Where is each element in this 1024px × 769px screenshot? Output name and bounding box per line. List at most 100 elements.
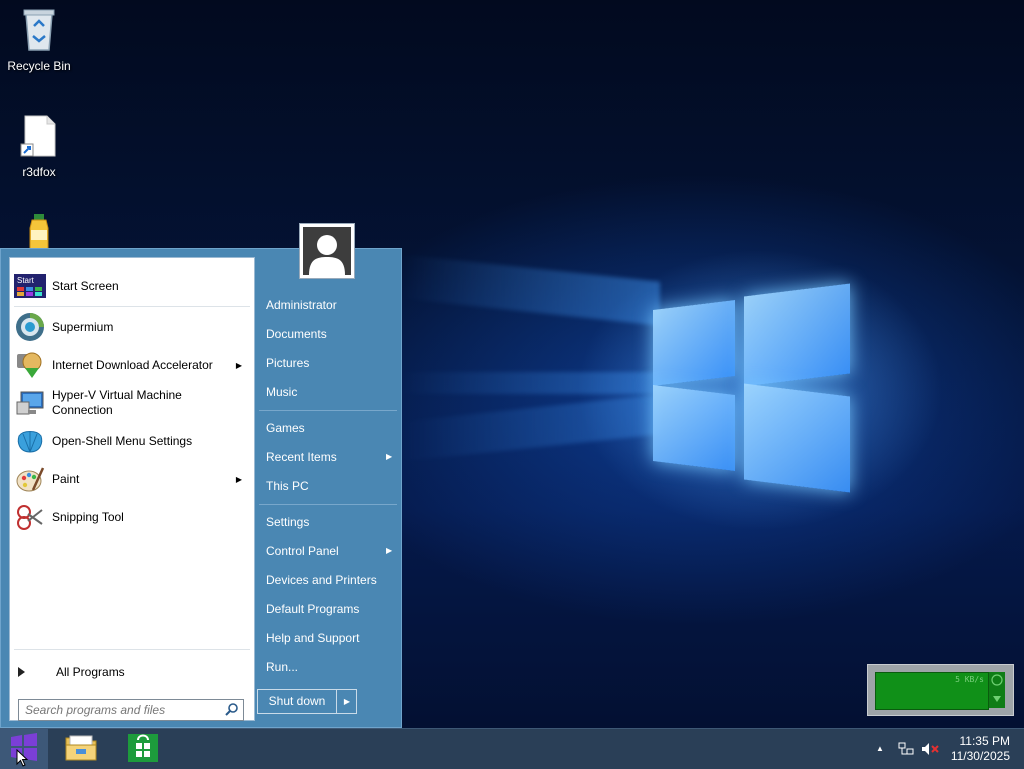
desktop-icon-label: r3dfox [22, 165, 56, 179]
start-item-paint[interactable]: Paint ▶ [14, 462, 250, 496]
store-icon [128, 732, 158, 767]
right-item-label: Administrator [266, 298, 337, 312]
right-item-settings[interactable]: Settings [266, 512, 309, 532]
right-item-label: Control Panel [266, 544, 339, 558]
right-item-label: Default Programs [266, 602, 360, 616]
submenu-arrow-icon: ▶ [386, 546, 393, 555]
right-item-label: Music [266, 385, 298, 399]
start-menu: Start Start Screen Supermium Internet Do… [0, 248, 402, 728]
right-item-label: Help and Support [266, 631, 360, 645]
system-clock[interactable]: 11:35 PM 11/30/2025 [951, 734, 1010, 764]
right-item-default-programs[interactable]: Default Programs [266, 599, 359, 619]
start-screen-icon: Start [14, 270, 46, 302]
right-item-label: Pictures [266, 356, 310, 370]
start-item-supermium[interactable]: Supermium [14, 310, 250, 344]
expand-arrow-icon [14, 656, 46, 688]
separator [14, 649, 250, 650]
right-item-run[interactable]: Run... [266, 657, 298, 677]
windows-logo-pane [653, 299, 735, 387]
network-graph: 5 KB/s [875, 672, 989, 710]
paint-palette-icon [14, 463, 46, 495]
all-programs-button[interactable]: All Programs [14, 655, 250, 689]
submenu-arrow-icon: ▶ [235, 360, 242, 370]
network-icon[interactable] [898, 742, 914, 759]
start-button[interactable] [0, 729, 48, 769]
windows-logo-pane [744, 383, 850, 493]
logo-beam [400, 394, 660, 462]
right-item-games[interactable]: Games [266, 418, 305, 438]
shutdown-button[interactable]: Shut down ▶ [257, 689, 357, 714]
right-item-help-support[interactable]: Help and Support [266, 628, 359, 648]
widget-controls[interactable] [989, 672, 1005, 708]
right-item-recent-items[interactable]: Recent Items ▶ [266, 447, 396, 467]
document-shortcut-icon [1, 114, 77, 161]
start-item-label-line: Connection [52, 403, 113, 417]
start-item-open-shell-settings[interactable]: Open-Shell Menu Settings [14, 424, 250, 458]
desktop-icon-recycle-bin[interactable]: Recycle Bin [1, 6, 77, 73]
start-item-hyperv-connection[interactable]: Hyper-V Virtual Machine Connection [14, 386, 250, 420]
right-item-label: Recent Items [266, 450, 337, 464]
start-item-label: Internet Download Accelerator [52, 357, 213, 372]
scissors-icon [14, 501, 46, 533]
submenu-arrow-icon: ▶ [386, 452, 393, 461]
start-item-start-screen[interactable]: Start Start Screen [14, 269, 250, 303]
taskbar: ▲ 11:35 PM 11/30/2025 [0, 728, 1024, 769]
separator [259, 410, 397, 411]
start-item-label-multiline: Hyper-V Virtual Machine Connection [52, 388, 182, 418]
start-item-snipping-tool[interactable]: Snipping Tool [14, 500, 250, 534]
user-silhouette-icon [303, 227, 351, 275]
logo-beam [400, 254, 660, 326]
download-accelerator-icon [14, 349, 46, 381]
right-item-administrator[interactable]: Administrator [266, 295, 337, 315]
separator [14, 306, 250, 307]
hyperv-icon [14, 387, 46, 419]
start-item-label: Paint [52, 471, 80, 486]
search-input[interactable]: Search programs and files [18, 699, 244, 721]
shutdown-options-arrow-icon[interactable]: ▶ [344, 697, 350, 706]
user-avatar[interactable] [299, 223, 355, 279]
network-monitor-widget[interactable]: 5 KB/s [867, 664, 1014, 716]
right-item-control-panel[interactable]: Control Panel ▶ [266, 541, 396, 561]
start-item-label-line: Hyper-V Virtual Machine [52, 388, 182, 402]
supermium-icon [14, 311, 46, 343]
network-speed-label: 5 KB/s [955, 675, 984, 684]
start-item-internet-download-accelerator[interactable]: Internet Download Accelerator ▶ [14, 348, 250, 382]
right-item-music[interactable]: Music [266, 382, 297, 402]
search-icon [225, 703, 238, 719]
all-programs-label: All Programs [56, 664, 125, 679]
clock-time: 11:35 PM [959, 734, 1010, 748]
recycle-bin-icon [1, 6, 77, 55]
logo-beam [400, 372, 660, 394]
mouse-cursor-icon [16, 749, 28, 767]
file-explorer-icon [64, 732, 98, 767]
right-item-devices-printers[interactable]: Devices and Printers [266, 570, 377, 590]
right-item-label: Games [266, 421, 305, 435]
separator [259, 504, 397, 505]
right-item-label: Run... [266, 660, 299, 674]
right-item-documents[interactable]: Documents [266, 324, 327, 344]
right-item-pictures[interactable]: Pictures [266, 353, 309, 373]
start-item-label: Open-Shell Menu Settings [52, 433, 193, 448]
shutdown-label: Shut down [258, 690, 337, 713]
search-placeholder: Search programs and files [25, 703, 166, 717]
volume-muted-icon[interactable] [921, 742, 939, 759]
start-item-label: Supermium [52, 319, 114, 334]
windows-logo-pane [653, 384, 735, 472]
windows-logo-pane [744, 283, 850, 387]
taskbar-file-explorer[interactable] [57, 729, 105, 769]
taskbar-store[interactable] [119, 729, 167, 769]
start-item-label: Snipping Tool [52, 509, 124, 524]
shell-icon [14, 425, 46, 457]
start-menu-programs-pane: Start Start Screen Supermium Internet Do… [9, 257, 255, 721]
desktop-icon-label: Recycle Bin [7, 59, 71, 73]
desktop-icon-r3dfox[interactable]: r3dfox [1, 114, 77, 179]
show-hidden-icons-button[interactable]: ▲ [876, 744, 884, 753]
submenu-arrow-icon: ▶ [235, 474, 242, 484]
right-item-label: Devices and Printers [266, 573, 377, 587]
right-item-label: This PC [266, 479, 309, 493]
right-item-label: Documents [266, 327, 327, 341]
start-item-label: Start Screen [52, 278, 119, 293]
right-item-label: Settings [266, 515, 310, 529]
clock-date: 11/30/2025 [950, 749, 1010, 763]
right-item-this-pc[interactable]: This PC [266, 476, 309, 496]
